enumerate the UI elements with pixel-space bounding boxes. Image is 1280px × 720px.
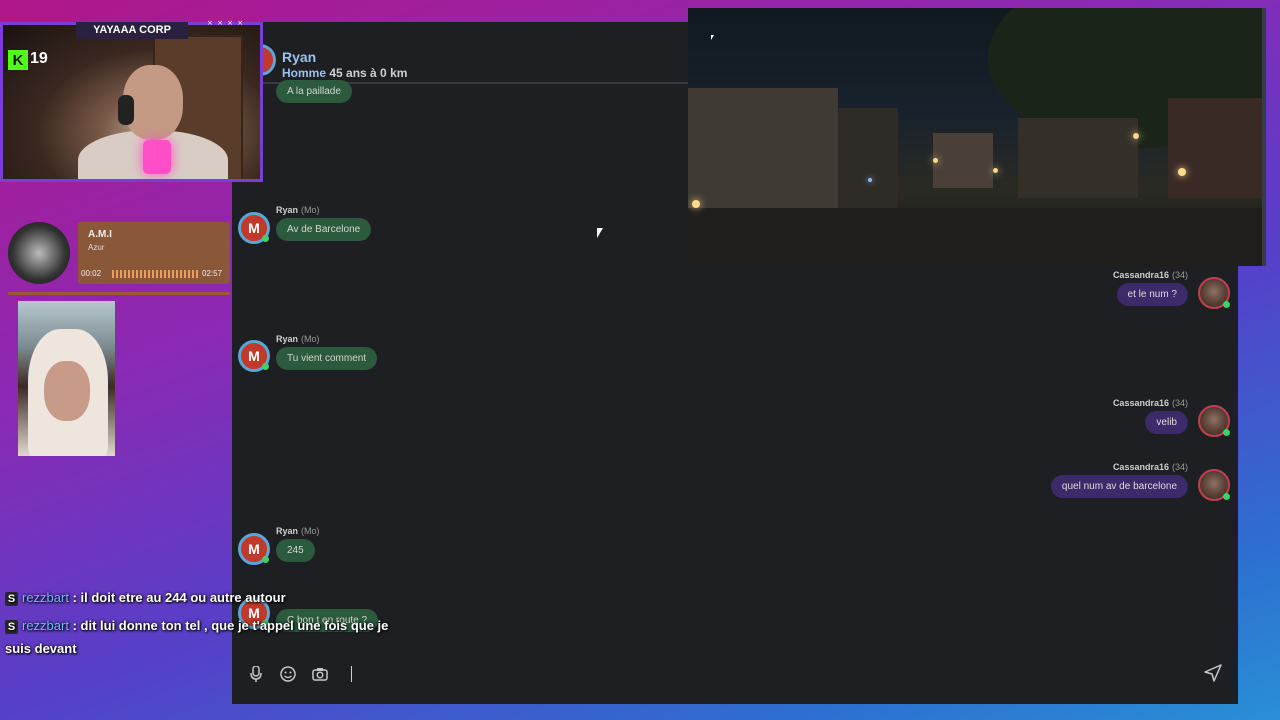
avatar[interactable] xyxy=(1198,469,1230,501)
street-light xyxy=(692,200,700,208)
avatar-letter: M xyxy=(248,348,260,364)
message-item: Cassandra16 (34) quel num av de barcelone xyxy=(1050,462,1188,498)
camera-icon[interactable] xyxy=(311,665,329,683)
message-sender: Ryan (Mo) xyxy=(276,526,320,536)
message-item: A la paillade xyxy=(276,77,352,103)
message-item: Ryan (Mo) 245 xyxy=(276,526,320,562)
stream-chat-line: Srezzbart : dit lui donne ton tel , que … xyxy=(5,618,435,634)
avatar[interactable]: M xyxy=(238,212,270,244)
building xyxy=(838,108,898,208)
message-item: Cassandra16 (34) velib xyxy=(1113,398,1188,434)
avatar-letter: M xyxy=(248,541,260,557)
message-sender: Ryan (Mo) xyxy=(276,205,371,215)
track-artist: Azur xyxy=(88,243,105,252)
emoji-icon[interactable] xyxy=(279,665,297,683)
avatar[interactable]: M xyxy=(238,533,270,565)
guest-face xyxy=(44,361,90,421)
street-light xyxy=(993,168,998,173)
pink-light xyxy=(143,140,171,174)
message-input[interactable] xyxy=(351,666,352,682)
header-name[interactable]: Ryan xyxy=(282,49,316,65)
sender-name[interactable]: Ryan xyxy=(276,205,298,215)
online-dot xyxy=(262,556,269,563)
building xyxy=(1168,98,1262,198)
online-dot xyxy=(262,235,269,242)
message-sender: Cassandra16 (34) xyxy=(1113,398,1188,408)
online-dot xyxy=(1223,493,1230,500)
city-video-feed xyxy=(688,8,1266,266)
message-bubble[interactable]: et le num ? xyxy=(1116,283,1188,306)
sender-name[interactable]: Cassandra16 xyxy=(1113,462,1169,472)
chat-text: : dit lui donne ton tel , que je t'appel… xyxy=(68,618,389,633)
street-light xyxy=(1178,168,1186,176)
building xyxy=(933,133,993,188)
sender-tag: (Mo) xyxy=(301,205,320,215)
kick-logo-icon: K xyxy=(8,50,28,70)
sub-badge-icon: S xyxy=(5,620,18,634)
message-composer xyxy=(232,644,1238,704)
time-total: 02:57 xyxy=(202,269,223,278)
album-cover xyxy=(8,222,70,284)
track-title: A.M.I xyxy=(88,229,112,240)
building xyxy=(688,88,838,228)
message-bubble[interactable]: quel num av de barcelone xyxy=(1050,475,1188,498)
online-dot xyxy=(1223,429,1230,436)
sender-tag: (Mo) xyxy=(301,334,320,344)
sub-badge-icon: S xyxy=(5,592,18,606)
chat-header: Ryan Homme 45 ans à 0 km xyxy=(232,22,688,84)
sender-name[interactable]: Ryan xyxy=(276,526,298,536)
viewer-count: 19 xyxy=(30,50,48,67)
online-dot xyxy=(1223,301,1230,308)
message-bubble[interactable]: Tu vient comment xyxy=(276,347,378,370)
avatar[interactable] xyxy=(1198,277,1230,309)
message-sender: Cassandra16 (34) xyxy=(1113,270,1188,280)
sender-tag: (Mo) xyxy=(301,526,320,536)
stream-chat-line: Srezzbart : il doit etre au 244 ou autre… xyxy=(5,590,286,606)
music-progress-bar xyxy=(8,292,230,295)
message-item: Ryan (Mo) Av de Barcelone xyxy=(276,205,372,241)
message-sender: Ryan (Mo) xyxy=(276,334,377,344)
message-item: Ryan (Mo) Tu vient comment xyxy=(276,334,378,370)
time-elapsed: 00:02 xyxy=(81,269,102,278)
street-light xyxy=(933,158,938,163)
avatar[interactable]: M xyxy=(238,340,270,372)
mouse-cursor-icon xyxy=(711,35,714,40)
plaza xyxy=(688,208,1262,266)
building xyxy=(1018,118,1138,198)
streamer-webcam xyxy=(0,22,263,182)
message-bubble[interactable]: velib xyxy=(1145,411,1188,434)
sender-name[interactable]: Cassandra16 xyxy=(1113,270,1169,280)
waveform xyxy=(112,270,198,278)
microphone-icon[interactable] xyxy=(247,665,265,683)
sender-name[interactable]: Cassandra16 xyxy=(1113,398,1169,408)
online-dot xyxy=(262,363,269,370)
message-bubble[interactable]: Av de Barcelone xyxy=(276,218,372,241)
sender-tag: (34) xyxy=(1171,398,1188,408)
blue-light xyxy=(868,178,872,182)
guest-video xyxy=(18,301,115,456)
street-light xyxy=(1133,133,1139,139)
headphone xyxy=(118,95,134,125)
sender-name[interactable]: Ryan xyxy=(276,334,298,344)
message-bubble[interactable]: A la paillade xyxy=(276,80,352,103)
music-widget: A.M.I Azur 00:02 02:57 xyxy=(8,222,230,295)
avatar[interactable] xyxy=(1198,405,1230,437)
message-bubble[interactable]: 245 xyxy=(276,539,315,562)
stream-chat-line-continuation: suis devant xyxy=(5,641,77,656)
chat-username[interactable]: rezzbart xyxy=(22,618,69,633)
chat-username[interactable]: rezzbart xyxy=(22,590,69,605)
sender-tag: (34) xyxy=(1171,270,1188,280)
message-item: Cassandra16 (34) et le num ? xyxy=(1113,270,1188,306)
decoration: × × × × xyxy=(207,19,245,27)
send-icon[interactable] xyxy=(1204,664,1224,684)
chat-text: : il doit etre au 244 ou autre autour xyxy=(68,590,286,605)
mouse-cursor-icon xyxy=(597,228,603,238)
stream-title: YAYAAA CORP xyxy=(76,22,188,39)
sender-tag: (34) xyxy=(1171,462,1188,472)
avatar-letter: M xyxy=(248,220,260,236)
message-sender: Cassandra16 (34) xyxy=(1051,462,1188,472)
